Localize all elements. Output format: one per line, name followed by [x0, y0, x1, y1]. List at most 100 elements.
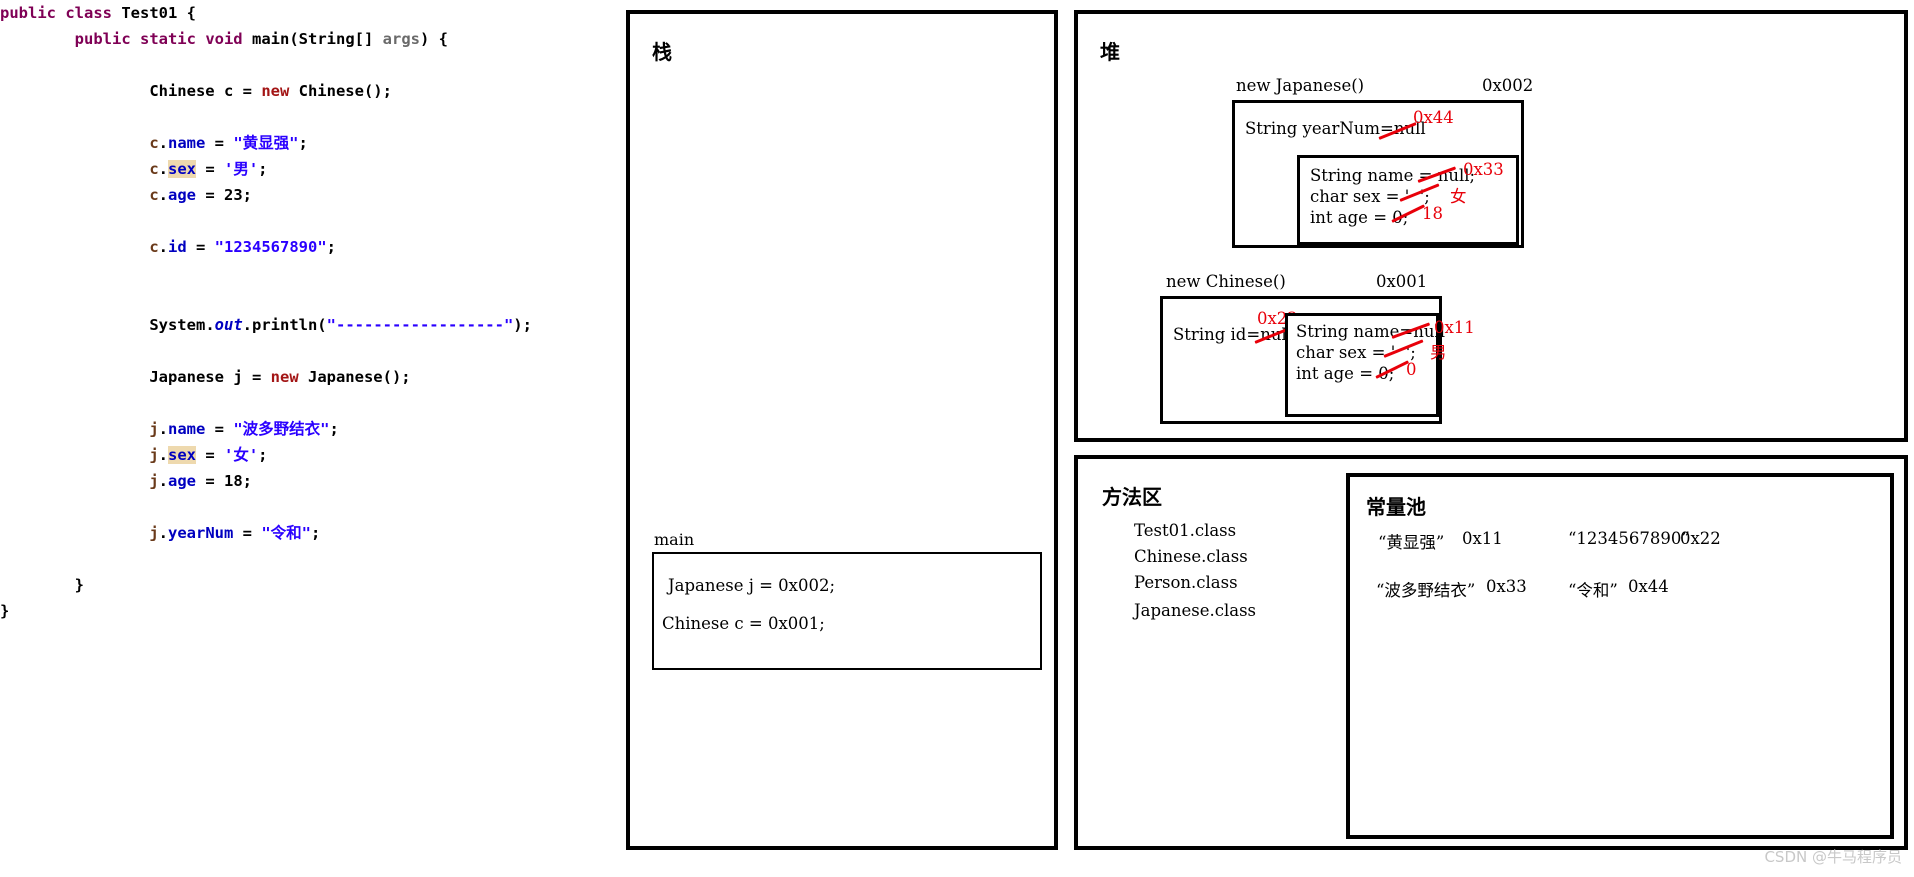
japanese-name-annotation: 0x33 — [1463, 160, 1504, 179]
code-line: Chinese c = new Chinese(); — [0, 78, 620, 104]
code-token: ); — [513, 316, 532, 334]
code-line: j.yearNum = "令和"; — [0, 520, 620, 546]
japanese-object-caption: new Japanese() — [1236, 76, 1365, 95]
chinese-object-address: 0x001 — [1376, 272, 1428, 291]
code-token: ; — [242, 186, 253, 204]
code-token: j — [149, 524, 159, 542]
code-token: Chinese(); — [298, 82, 392, 100]
japanese-yearnum-annotation: 0x44 — [1413, 108, 1454, 127]
code-token: = — [233, 524, 262, 542]
code-token: = — [205, 134, 234, 152]
code-token: = — [196, 472, 224, 490]
constant-pool-box: 常量池 “黄显强” 0x11 “1234567890” 0x22 “波多野结衣”… — [1346, 473, 1894, 839]
code-token: ; — [329, 420, 339, 438]
code-token: Japanese(); — [307, 368, 411, 386]
stack-frame-label: main — [654, 530, 695, 549]
code-token: ) { — [419, 30, 448, 48]
code-token: '男' — [224, 160, 259, 178]
code-line: c.id = "1234567890"; — [0, 234, 620, 260]
code-token: . — [158, 238, 168, 256]
code-token: 18 — [224, 472, 243, 490]
pool-entry-address: 0x11 — [1462, 529, 1503, 548]
code-line: j.sex = '女'; — [0, 442, 620, 468]
heap-panel: 堆 new Japanese() 0x002 String yearNum=nu… — [1074, 10, 1908, 442]
pool-entry-address: 0x33 — [1486, 577, 1527, 596]
code-token: '女' — [224, 446, 259, 464]
code-token: j — [149, 420, 159, 438]
pool-entry-literal: “1234567890” — [1568, 529, 1690, 548]
code-line: System.out.println("------------------")… — [0, 312, 620, 338]
code-token: = — [186, 238, 215, 256]
code-token: age — [168, 186, 196, 204]
code-token: ; — [326, 238, 336, 256]
code-token: System — [149, 316, 206, 334]
code-token: . — [158, 446, 168, 464]
code-token: . — [158, 134, 168, 152]
code-token: } — [74, 576, 84, 594]
chinese-sex-annotation: 男 — [1430, 343, 1447, 362]
chinese-age-annotation: 0 — [1406, 360, 1417, 379]
code-token: "1234567890" — [214, 238, 327, 256]
code-token: "黄显强" — [233, 134, 299, 152]
code-token: . — [158, 420, 168, 438]
code-token: Chinese — [149, 82, 224, 100]
code-token: c — [149, 238, 159, 256]
class-entry: Japanese.class — [1134, 601, 1257, 620]
code-token: args — [382, 30, 420, 48]
code-token: sex — [168, 160, 196, 178]
code-token: ( — [289, 30, 299, 48]
code-token: out — [214, 316, 243, 334]
code-token: ; — [242, 472, 253, 490]
method-area-panel: 方法区 Test01.class Chinese.class Person.cl… — [1074, 455, 1908, 850]
code-token: static — [139, 30, 206, 48]
class-entry: Chinese.class — [1134, 547, 1248, 566]
code-token: ; — [298, 134, 308, 152]
japanese-sex-annotation: 女 — [1450, 187, 1467, 206]
class-entry: Test01.class — [1134, 521, 1237, 540]
code-token: j — [233, 368, 252, 386]
stack-var-chinese: Chinese c = 0x001; — [662, 614, 825, 633]
code-token: public — [0, 4, 66, 22]
code-token: c — [223, 82, 243, 100]
heap-title: 堆 — [1100, 40, 1120, 64]
code-token: "------------------" — [326, 316, 514, 334]
code-token: "波多野结衣" — [233, 420, 330, 438]
code-line: j.age = 18; — [0, 468, 620, 494]
method-area-title: 方法区 — [1102, 485, 1162, 509]
code-token: yearNum — [168, 524, 234, 542]
japanese-age-annotation: 18 — [1422, 204, 1443, 223]
jvm-memory-diagram: 栈 main Japanese j = 0x002; Chinese c = 0… — [626, 10, 1908, 860]
code-token: = — [196, 186, 224, 204]
code-token: name — [168, 134, 206, 152]
code-token: = — [196, 446, 224, 464]
code-token: .println( — [242, 316, 327, 334]
code-token: 23 — [224, 186, 243, 204]
code-token: void — [205, 30, 252, 48]
code-token: = — [242, 82, 262, 100]
code-token: class — [65, 4, 122, 22]
pool-entry-address: 0x22 — [1680, 529, 1721, 548]
pool-entry-address: 0x44 — [1628, 577, 1669, 596]
code-token: "令和" — [261, 524, 311, 542]
chinese-object-box: String id=null 0x22 String name=null 0x1… — [1160, 296, 1475, 424]
code-line: c.age = 23; — [0, 182, 620, 208]
code-token: name — [168, 420, 206, 438]
chinese-name-annotation: 0x11 — [1434, 318, 1475, 337]
code-token: . — [205, 316, 215, 334]
code-token: c — [149, 186, 159, 204]
code-token: . — [158, 186, 168, 204]
stack-panel: 栈 main Japanese j = 0x002; Chinese c = 0… — [626, 10, 1058, 850]
code-token: main — [251, 30, 290, 48]
pool-entry-literal: “黄显强” — [1378, 533, 1445, 552]
class-entry: Person.class — [1134, 573, 1238, 592]
code-token: ; — [311, 524, 321, 542]
code-token: = — [205, 420, 234, 438]
pool-entry-literal: “波多野结衣” — [1376, 581, 1476, 600]
code-line: c.sex = '男'; — [0, 156, 620, 182]
